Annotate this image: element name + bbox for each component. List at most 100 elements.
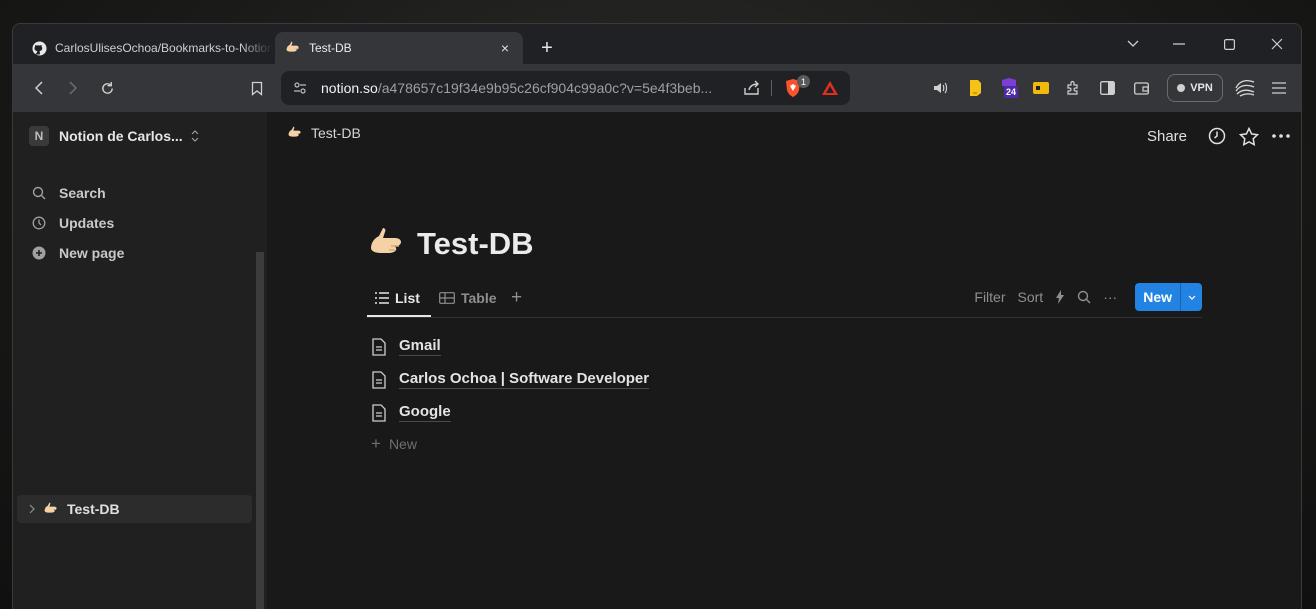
new-record-button[interactable]: New xyxy=(1135,283,1202,311)
tab-title: CarlosUlisesOchoa/Bookmarks-to-Notion xyxy=(55,41,273,55)
sidebar-item-label: New page xyxy=(59,245,125,261)
sidebar-scrollbar[interactable] xyxy=(256,252,264,609)
call-me-hand-icon[interactable] xyxy=(367,224,407,264)
call-me-hand-icon xyxy=(287,125,303,141)
forward-icon[interactable] xyxy=(61,76,85,100)
automation-bolt-icon[interactable] xyxy=(1055,290,1065,304)
call-me-hand-icon xyxy=(43,501,59,517)
tab-github[interactable]: CarlosUlisesOchoa/Bookmarks-to-Notion xyxy=(21,32,273,64)
filter-button[interactable]: Filter xyxy=(974,289,1005,305)
sidebar-page-test-db[interactable]: Test-DB xyxy=(17,495,252,523)
list-view: Gmail Carlos Ochoa | Software Developer … xyxy=(371,330,650,459)
workspace-name: Notion de Carlos... xyxy=(59,128,183,144)
brave-rewards-icon[interactable] xyxy=(821,80,839,101)
sidebar-item-search[interactable]: Search xyxy=(29,179,106,207)
page-title-text[interactable]: Test-DB xyxy=(417,226,534,262)
sidebar-page-label: Test-DB xyxy=(67,501,120,517)
more-options-button[interactable]: ··· xyxy=(1103,289,1117,305)
add-view-button[interactable]: + xyxy=(511,285,522,311)
new-button-label[interactable]: New xyxy=(1135,283,1180,311)
tab-list-view[interactable]: List xyxy=(375,285,420,311)
tab-table-view[interactable]: Table xyxy=(439,285,497,311)
speaker-icon[interactable] xyxy=(929,76,953,100)
add-new-label: New xyxy=(388,436,417,452)
share-button[interactable]: Share xyxy=(1147,128,1187,145)
browser-window: CarlosUlisesOchoa/Bookmarks-to-Notion Te… xyxy=(12,23,1302,609)
bookmark-icon[interactable] xyxy=(245,76,269,100)
topbar-actions: Share xyxy=(1147,122,1301,150)
list-item[interactable]: Google xyxy=(371,396,649,429)
vpn-label: VPN xyxy=(1190,82,1213,94)
browser-toolbar: notion.so/a478657c19f34e9b95c26cf904c99a… xyxy=(13,64,1301,112)
chevron-right-icon[interactable] xyxy=(29,504,35,514)
minimize-icon[interactable] xyxy=(1159,30,1199,58)
sidebar-item-updates[interactable]: Updates xyxy=(29,209,114,237)
back-icon[interactable] xyxy=(27,76,51,100)
sidebar-item-label: Updates xyxy=(59,215,115,231)
sort-button[interactable]: Sort xyxy=(1018,289,1044,305)
new-tab-button[interactable]: + xyxy=(535,36,559,60)
breadcrumb[interactable]: Test-DB xyxy=(287,125,361,141)
notion-sidebar: N Notion de Carlos... Search Updates New… xyxy=(13,112,267,609)
page-document-icon xyxy=(371,370,389,389)
notion-main: Test-DB Share Test-DB List Table + Filte… xyxy=(267,112,1301,609)
sidebar-item-label: Search xyxy=(59,185,106,201)
chevron-updown-icon xyxy=(191,130,199,142)
brave-leo-icon[interactable] xyxy=(1233,76,1257,100)
tab-label: List xyxy=(395,290,420,306)
github-icon xyxy=(31,40,47,56)
calendar-date-label: 24 xyxy=(1006,87,1017,97)
plus-circle-icon xyxy=(29,246,49,260)
wallet-icon[interactable] xyxy=(1129,76,1153,100)
history-clock-icon[interactable] xyxy=(1203,122,1231,150)
search-icon[interactable] xyxy=(1077,290,1091,304)
view-tabs: List Table + Filter Sort ··· New xyxy=(367,280,1202,318)
reload-icon[interactable] xyxy=(95,76,119,100)
calendar-extension-icon[interactable]: 24 xyxy=(997,76,1021,100)
table-icon xyxy=(439,292,455,304)
close-tab-icon[interactable]: × xyxy=(495,38,515,58)
add-new-row-button[interactable]: + New xyxy=(371,429,649,459)
active-view-indicator xyxy=(367,315,431,317)
maximize-icon[interactable] xyxy=(1209,30,1249,58)
close-window-icon[interactable] xyxy=(1257,30,1297,58)
menu-icon[interactable] xyxy=(1267,76,1291,100)
star-icon[interactable] xyxy=(1235,122,1263,150)
list-item-title: Gmail xyxy=(399,337,441,356)
sidebar-item-new-page[interactable]: New page xyxy=(29,239,124,267)
url-host: notion.so xyxy=(321,80,378,96)
share-page-icon[interactable] xyxy=(743,80,761,101)
tab-label: Table xyxy=(461,290,497,306)
tab-title: Test-DB xyxy=(309,41,352,55)
sidebar-toggle-icon[interactable] xyxy=(1095,76,1119,100)
extensions-puzzle-icon[interactable] xyxy=(1061,76,1085,100)
page-title: Test-DB xyxy=(367,224,534,264)
list-icon xyxy=(375,292,389,304)
vpn-status-icon xyxy=(1177,84,1186,92)
breadcrumb-label: Test-DB xyxy=(311,125,361,141)
call-me-hand-icon xyxy=(285,40,301,56)
list-item[interactable]: Carlos Ochoa | Software Developer xyxy=(371,363,650,396)
workspace-switcher[interactable]: N Notion de Carlos... xyxy=(29,124,199,148)
list-item-title: Google xyxy=(399,403,451,422)
plus-icon: + xyxy=(371,434,381,453)
list-item[interactable]: Gmail xyxy=(371,330,649,363)
search-icon xyxy=(29,186,49,200)
site-settings-icon[interactable] xyxy=(293,81,307,100)
url-text[interactable]: notion.so/a478657c19f34e9b95c26cf904c99a… xyxy=(321,80,731,96)
tab-test-db[interactable]: Test-DB × xyxy=(275,32,523,64)
url-path: /a478657c19f34e9b95c26cf904c99a0c?v=5e4f… xyxy=(377,80,713,96)
workspace-avatar: N xyxy=(29,126,49,146)
chevron-down-icon[interactable] xyxy=(1113,30,1153,58)
chevron-down-icon[interactable] xyxy=(1180,283,1202,311)
wallet-extension-icon[interactable] xyxy=(1029,76,1053,100)
list-item-title: Carlos Ochoa | Software Developer xyxy=(399,370,650,389)
page-document-icon xyxy=(371,337,389,356)
database-toolbar: Filter Sort ··· New xyxy=(974,283,1202,311)
shields-count-badge: 1 xyxy=(797,75,810,88)
address-bar[interactable]: notion.so/a478657c19f34e9b95c26cf904c99a… xyxy=(281,71,850,105)
more-options-icon[interactable] xyxy=(1267,122,1295,150)
keep-extension-icon[interactable] xyxy=(963,76,987,100)
omnibox-divider xyxy=(771,80,772,96)
vpn-button[interactable]: VPN xyxy=(1167,74,1223,102)
